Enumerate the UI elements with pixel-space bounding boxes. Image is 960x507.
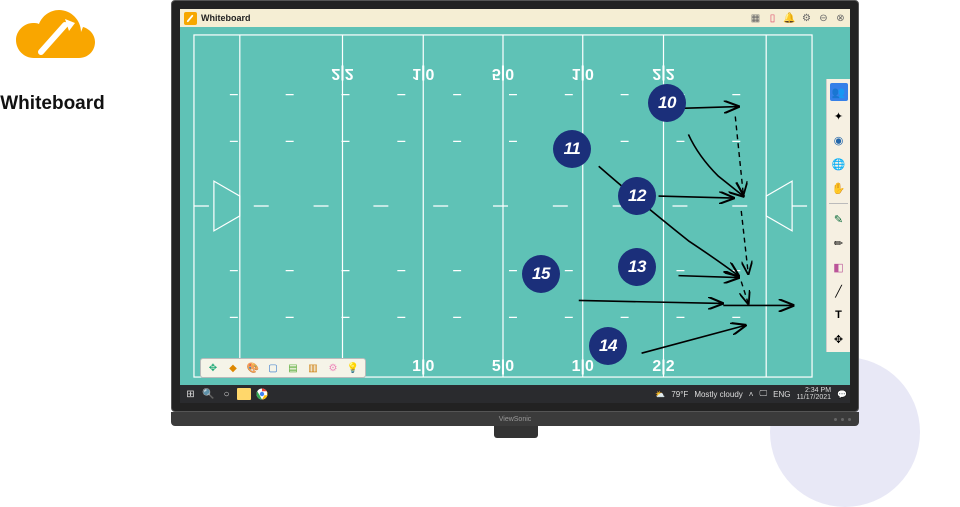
- floating-toolbar: ✥ ◆ 🎨 ▢ ▤ ▥ ⚙ 💡: [200, 358, 366, 378]
- minimize-icon[interactable]: ⊖: [818, 13, 829, 24]
- hand-icon[interactable]: ✋: [830, 179, 848, 197]
- field-label: 2|2: [652, 358, 674, 375]
- grid-icon[interactable]: ▦: [750, 13, 761, 24]
- move-icon[interactable]: ✥: [830, 330, 848, 348]
- ft-square-icon[interactable]: ▢: [265, 360, 281, 376]
- monitor-bezel: ViewSonic: [171, 412, 859, 426]
- weather-icon[interactable]: ⛅: [655, 390, 665, 399]
- chrome-icon[interactable]: [254, 387, 269, 401]
- explorer-icon[interactable]: [237, 388, 251, 400]
- field-label: 1|0: [572, 65, 594, 82]
- weather-cond[interactable]: Mostly cloudy: [694, 390, 742, 399]
- tray-monitor-icon[interactable]: 🖵: [759, 389, 767, 399]
- player-marker[interactable]: 15: [522, 255, 560, 293]
- ext-icon-label: Whiteboard: [0, 93, 105, 115]
- titlebar: Whiteboard ▦ ▯ 🔔 ⚙ ⊖ ⊗: [180, 9, 850, 27]
- ft-doc-icon[interactable]: ▥: [305, 360, 321, 376]
- brand-label: ViewSonic: [499, 416, 532, 423]
- select-icon[interactable]: ✦: [830, 107, 848, 125]
- gear-icon[interactable]: ⚙: [801, 13, 812, 24]
- field-label: 1|0: [412, 358, 434, 375]
- ft-bulb-icon[interactable]: 💡: [345, 360, 361, 376]
- ft-gear-icon[interactable]: ⚙: [325, 360, 341, 376]
- field-label: 2|2: [331, 65, 353, 82]
- taskbar-clock[interactable]: 2:34 PM 11/17/2021: [797, 387, 832, 402]
- windows-taskbar: ⊞ 🔍 ○ ⛅ 79°F Mostly cloudy ˄ 🖵 ENG 2:34 …: [180, 385, 850, 403]
- side-toolbar: 👥 ✦ ◉ 🌐 ✋ ✎ ✏ ◧ ╱ T ✥: [826, 79, 850, 352]
- player-marker[interactable]: 13: [618, 248, 656, 286]
- start-button[interactable]: ⊞: [183, 387, 198, 401]
- player-marker[interactable]: 14: [589, 327, 627, 365]
- field-label: 1|0: [412, 65, 434, 82]
- screen: Whiteboard ▦ ▯ 🔔 ⚙ ⊖ ⊗: [180, 9, 850, 403]
- ft-shape-icon[interactable]: ◆: [225, 360, 241, 376]
- people-icon[interactable]: 👥: [830, 83, 848, 101]
- pages-icon[interactable]: ▯: [767, 13, 778, 24]
- notif-icon[interactable]: 💬: [837, 390, 847, 399]
- field-label: 5|0: [492, 65, 514, 82]
- monitor-frame: Whiteboard ▦ ▯ 🔔 ⚙ ⊖ ⊗: [171, 0, 859, 412]
- field-label: 1|0: [572, 358, 594, 375]
- globe-icon[interactable]: 🌐: [830, 155, 848, 173]
- tray-lang[interactable]: ENG: [773, 390, 790, 399]
- app-logo-icon: [184, 12, 197, 25]
- player-marker[interactable]: 10: [648, 84, 686, 122]
- search-icon[interactable]: 🔍: [201, 387, 216, 401]
- monitor-stand: [494, 426, 538, 438]
- text-tool-icon[interactable]: T: [830, 306, 848, 324]
- ft-move-icon[interactable]: ✥: [205, 360, 221, 376]
- ft-page-icon[interactable]: ▤: [285, 360, 301, 376]
- close-icon[interactable]: ⊗: [835, 13, 846, 24]
- ft-palette-icon[interactable]: 🎨: [245, 360, 261, 376]
- whiteboard-canvas[interactable]: 2|2 1|0 5|0 1|0 2|2 2|2 1|0 5|0 1|0 2|2: [180, 27, 826, 385]
- pen-icon[interactable]: ✏: [830, 234, 848, 252]
- whiteboard-cloud-icon: Whiteboard: [0, 0, 105, 115]
- player-marker[interactable]: 11: [553, 130, 591, 168]
- app-title: Whiteboard: [201, 13, 251, 23]
- marker-icon[interactable]: ✎: [830, 210, 848, 228]
- weather-temp[interactable]: 79°F: [671, 390, 688, 399]
- line-icon[interactable]: ╱: [830, 282, 848, 300]
- cortana-icon[interactable]: ○: [219, 387, 234, 401]
- tray-chevron-icon[interactable]: ˄: [749, 390, 754, 399]
- eraser-icon[interactable]: ◧: [830, 258, 848, 276]
- field-label: 2|2: [652, 65, 674, 82]
- field-label: 5|0: [492, 358, 514, 375]
- eye-icon[interactable]: ◉: [830, 131, 848, 149]
- player-marker[interactable]: 12: [618, 177, 656, 215]
- bell-icon[interactable]: 🔔: [784, 13, 795, 24]
